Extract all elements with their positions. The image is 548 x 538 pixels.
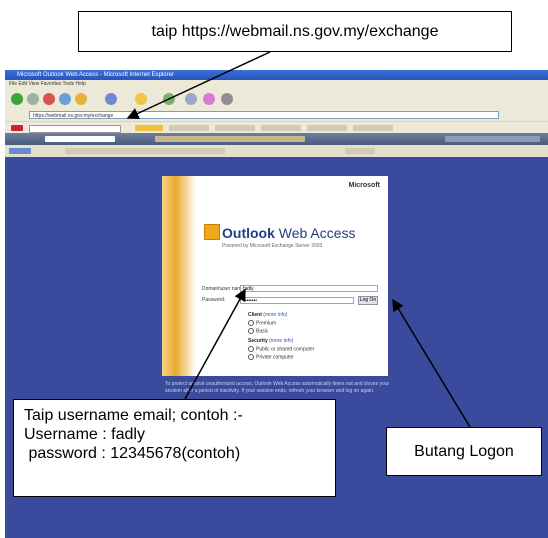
search-icon[interactable] <box>105 93 117 105</box>
security-private-radio[interactable]: Private computer <box>248 354 294 360</box>
owa-swoosh <box>162 176 196 376</box>
security-public-label: Public or shared computer <box>256 346 315 353</box>
client-premium-label: Premium <box>256 320 277 327</box>
outlook-logo-icon <box>204 224 220 240</box>
stop-icon[interactable] <box>43 93 55 105</box>
mail-icon[interactable] <box>203 93 215 105</box>
callout-logon: Butang Logon <box>386 427 542 476</box>
security-public-radio[interactable]: Public or shared computer <box>248 346 314 352</box>
address-bar: https://webmail.ns.gov.my/exchange <box>5 110 548 121</box>
radio-icon[interactable] <box>248 346 254 352</box>
toolbar-dark <box>5 133 548 145</box>
owa-title: Outlook Web Access <box>222 225 356 241</box>
favorites-icon[interactable] <box>135 93 147 105</box>
home-icon[interactable] <box>75 93 87 105</box>
window-title: Microsoft Outlook Web Access - Microsoft… <box>5 70 548 80</box>
owa-subtitle: Powered by Microsoft Exchange Server 200… <box>222 243 323 249</box>
address-field[interactable]: https://webmail.ns.gov.my/exchange <box>29 111 499 119</box>
history-icon[interactable] <box>185 93 197 105</box>
refresh-icon[interactable] <box>59 93 71 105</box>
toolbar-google <box>5 145 548 157</box>
security-section-label: Security (more info) <box>248 338 293 344</box>
owa-footer-text: To protect against unauthorized access, … <box>165 381 390 394</box>
owa-title-rest: Web Access <box>274 225 356 241</box>
client-help-link[interactable]: (more info) <box>263 312 287 318</box>
print-icon[interactable] <box>221 93 233 105</box>
username-input[interactable]: fadly <box>240 285 378 292</box>
client-basic-radio[interactable]: Basic <box>248 328 268 334</box>
callout-username: Taip username email; contoh :- Username … <box>13 399 336 497</box>
client-premium-radio[interactable]: Premium <box>248 320 276 326</box>
radio-icon[interactable] <box>248 354 254 360</box>
forward-icon[interactable] <box>27 93 39 105</box>
password-input[interactable]: •••••••• <box>240 297 354 304</box>
logon-button[interactable]: Log On <box>358 296 378 305</box>
menu-bar[interactable]: File Edit View Favorites Tools Help <box>5 80 548 88</box>
password-label: Password: <box>202 297 226 303</box>
security-label: Security <box>248 338 268 344</box>
radio-icon[interactable] <box>248 320 254 326</box>
security-private-label: Private computer <box>256 354 294 361</box>
security-help-link[interactable]: (more info) <box>269 338 293 344</box>
microsoft-logo: Microsoft <box>348 182 381 189</box>
client-label: Client <box>248 312 262 318</box>
back-icon[interactable] <box>11 93 23 105</box>
owa-title-bold: Outlook <box>222 225 275 241</box>
callout-url: taip https://webmail.ns.gov.my/exchange <box>78 11 512 52</box>
media-icon[interactable] <box>163 93 175 105</box>
client-section-label: Client (more info) <box>248 312 287 318</box>
client-basic-label: Basic <box>256 328 269 335</box>
owa-login-panel: Microsoft Outlook Web Access Powered by … <box>162 176 388 376</box>
toolbar <box>5 88 548 111</box>
radio-icon[interactable] <box>248 328 254 334</box>
